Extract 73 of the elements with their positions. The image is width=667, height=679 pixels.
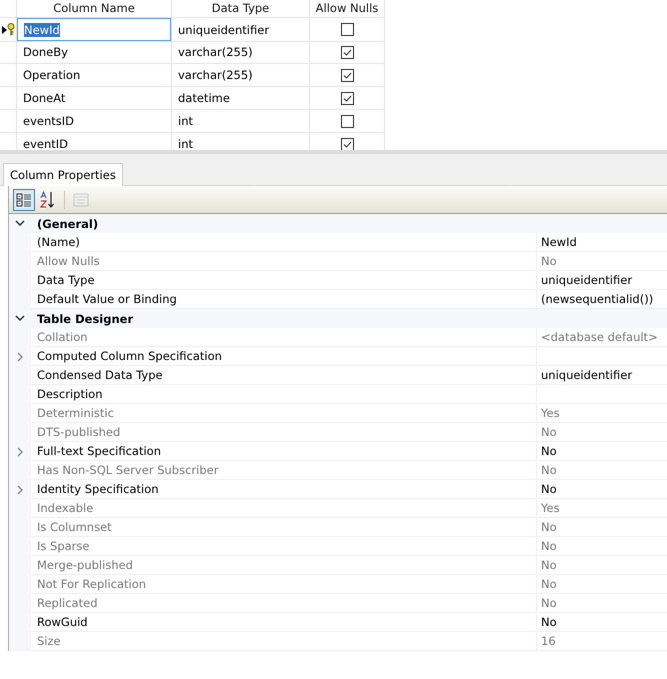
column-properties-tab[interactable]: Column Properties	[3, 163, 123, 186]
property-value[interactable]: Yes	[537, 499, 667, 518]
current-row-arrow-icon	[2, 26, 6, 34]
property-value[interactable]: No	[537, 537, 667, 556]
property-name[interactable]: Is Sparse	[31, 537, 537, 556]
allow-nulls-checkbox[interactable]	[340, 46, 354, 58]
property-name[interactable]: Indexable	[31, 499, 537, 518]
data-type-cell[interactable]: varchar(255)	[172, 64, 310, 87]
categorized-icon	[16, 192, 32, 208]
property-name[interactable]: Not For Replication	[31, 575, 537, 594]
property-value[interactable]: No	[537, 442, 667, 461]
property-name[interactable]: Replicated	[31, 594, 537, 613]
collapse-chevron-icon[interactable]	[15, 315, 25, 322]
property-value[interactable]: No	[537, 461, 667, 480]
property-value[interactable]: Yes	[537, 404, 667, 423]
category-label: Table Designer	[36, 310, 134, 328]
data-type-cell[interactable]: datetime	[172, 87, 310, 110]
property-value[interactable]: uniqueidentifier	[537, 271, 667, 290]
property-value[interactable]: No	[537, 252, 667, 271]
toolbar-button[interactable]	[13, 188, 35, 210]
property-value[interactable]: No	[537, 480, 667, 499]
collapse-chevron-icon[interactable]	[15, 220, 25, 227]
property-name[interactable]: (Name)	[31, 233, 537, 252]
sort-alphabetical-icon	[40, 190, 56, 208]
property-value[interactable]: <database default>	[537, 328, 667, 347]
property-name[interactable]: Data Type	[31, 271, 537, 290]
header-corner	[0, 0, 17, 18]
expand-chevron-icon[interactable]	[17, 484, 23, 494]
property-value[interactable]: No	[537, 594, 667, 613]
property-name[interactable]: Deterministic	[31, 404, 537, 423]
column-header[interactable]: Data Type	[172, 0, 310, 18]
property-value[interactable]: No	[537, 518, 667, 537]
property-value[interactable]: 16	[537, 632, 667, 651]
property-value[interactable]: No	[537, 575, 667, 594]
property-value[interactable]: uniqueidentifier	[537, 366, 667, 385]
allow-nulls-checkbox[interactable]	[340, 114, 354, 128]
property-name[interactable]: Collation	[31, 328, 537, 347]
column-header[interactable]: Column Name	[17, 0, 172, 18]
property-name[interactable]: Description	[31, 385, 537, 404]
property-value[interactable]: NewId	[537, 233, 667, 252]
property-name[interactable]: DTS-published	[31, 423, 537, 442]
property-value[interactable]: No	[537, 423, 667, 442]
allow-nulls-checkbox[interactable]	[340, 92, 354, 104]
property-pages-icon	[73, 192, 89, 206]
column-header[interactable]: Allow Nulls	[310, 0, 385, 18]
column-name-cell[interactable]: DoneBy	[17, 41, 172, 64]
property-name[interactable]: Is Columnset	[31, 518, 537, 537]
data-type-cell[interactable]: uniqueidentifier	[172, 18, 310, 42]
property-name[interactable]: Computed Column Specification	[31, 347, 537, 366]
property-name[interactable]: Full-text Specification	[31, 442, 537, 461]
expand-chevron-icon[interactable]	[17, 352, 23, 362]
row-selector[interactable]	[0, 18, 17, 42]
data-type-cell[interactable]: varchar(255)	[172, 41, 310, 64]
allow-nulls-checkbox[interactable]	[340, 138, 354, 150]
property-value[interactable]: No	[537, 556, 667, 575]
property-value[interactable]: No	[537, 613, 667, 632]
column-name-cell[interactable]: Operation	[17, 64, 172, 87]
property-name[interactable]: Allow Nulls	[31, 252, 537, 271]
column-name-cell[interactable]: DoneAt	[17, 87, 172, 110]
expand-chevron-icon[interactable]	[17, 446, 23, 456]
allow-nulls-checkbox[interactable]	[340, 23, 354, 36]
name-input-field[interactable]: NewId	[17, 18, 171, 41]
property-name[interactable]: Condensed Data Type	[31, 366, 537, 385]
data-type-cell[interactable]: int	[172, 110, 310, 133]
property-name[interactable]: Merge-published	[31, 556, 537, 575]
property-name[interactable]: Identity Specification	[31, 480, 537, 499]
property-name[interactable]: Has Non-SQL Server Subscriber	[31, 461, 537, 480]
key-icon	[6, 23, 14, 36]
property-name[interactable]: RowGuid	[31, 613, 537, 632]
column-name-cell[interactable]: eventsID	[17, 110, 172, 133]
property-name[interactable]: Size	[31, 632, 537, 651]
category-label: (General)	[36, 216, 100, 232]
allow-nulls-checkbox[interactable]	[340, 68, 354, 82]
